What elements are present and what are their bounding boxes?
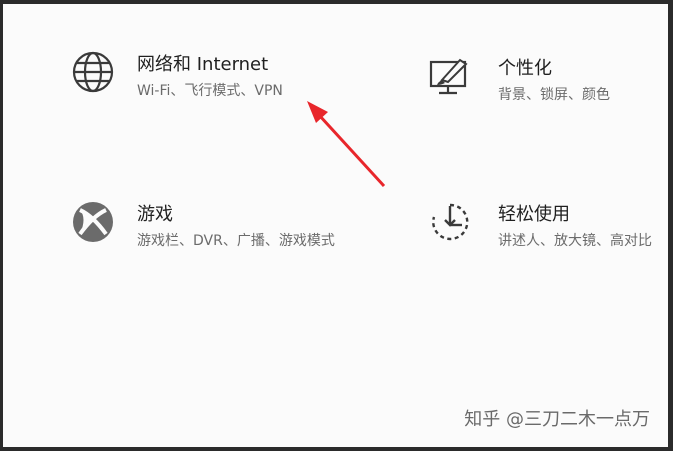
- tile-description: Wi-Fi、飞行模式、VPN: [137, 83, 283, 99]
- ease-of-access-timer-icon: [432, 203, 469, 241]
- tile-description: 游戏栏、DVR、广播、游戏模式: [137, 233, 335, 249]
- zhihu-watermark: 知乎 @三刀二木一点万: [464, 409, 650, 430]
- tile-description: 背景、锁屏、颜色: [498, 87, 610, 103]
- tile-title: 个性化: [498, 58, 552, 79]
- tile-description: 讲述人、放大镜、高对比: [498, 233, 652, 249]
- paint-monitor-icon: [429, 58, 468, 95]
- xbox-icon: [73, 202, 113, 242]
- tile-title: 游戏: [137, 204, 173, 225]
- settings-home-panel: 网络和 Internet Wi-Fi、飞行模式、VPN 个性化 背景、锁屏、颜色…: [3, 4, 668, 447]
- tile-title: 网络和 Internet: [137, 54, 269, 75]
- tile-title: 轻松使用: [498, 204, 570, 225]
- globe-icon: [72, 51, 114, 93]
